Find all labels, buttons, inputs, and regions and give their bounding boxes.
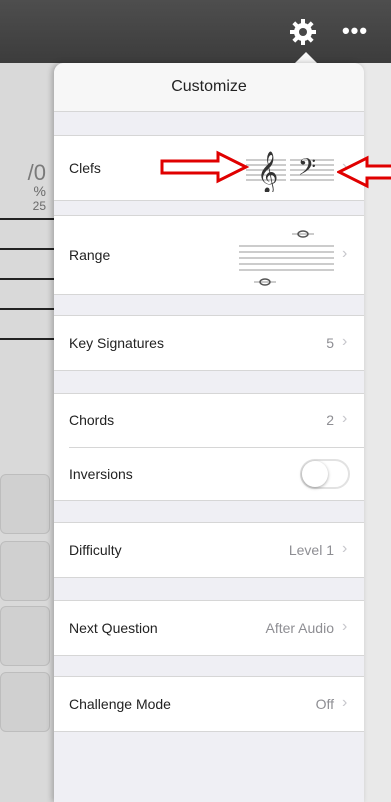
row-chords[interactable]: Chords 2 › [54,394,364,447]
row-value-challenge-mode: Off [315,696,334,712]
row-range[interactable]: Range › [54,215,364,295]
row-label-inversions: Inversions [69,466,133,482]
chevron-right-icon: › [342,410,348,427]
annotation-arrow-right-icon [160,150,250,184]
chevron-right-icon: › [342,694,348,711]
chevron-right-icon: › [342,333,348,350]
chevron-right-icon: › [342,245,348,262]
row-label-range: Range [69,247,111,263]
settings-list[interactable]: ▲ Clefs 𝄞 [54,112,364,802]
row-value-difficulty: Level 1 [288,542,334,558]
chords-group: Chords 2 › Inversions [54,393,364,501]
row-value-next-question: After Audio [265,620,335,636]
gear-icon[interactable] [288,17,318,47]
row-label-challenge-mode: Challenge Mode [69,696,171,712]
svg-text:𝄢: 𝄢 [298,153,316,186]
time-readout: 25 [32,199,46,213]
chevron-right-icon: › [342,618,348,635]
percent-readout: % [33,183,46,199]
staff-line [0,278,54,280]
answer-button[interactable] [0,541,50,601]
more-icon[interactable]: ••• [340,19,370,43]
row-difficulty[interactable]: Difficulty Level 1 › [54,522,364,578]
staff-line [0,308,54,310]
svg-text:𝄞: 𝄞 [257,151,278,192]
row-key-signatures[interactable]: Key Signatures 5 › [54,315,364,371]
bass-clef-icon: 𝄢 [290,146,334,192]
row-label-next-question: Next Question [69,620,158,636]
row-inversions: Inversions [54,448,364,501]
row-value-chords: 2 [326,412,334,428]
row-label-difficulty: Difficulty [69,542,122,558]
answer-button[interactable] [0,606,50,666]
staff-line [0,218,54,220]
toggle-knob [302,461,328,487]
row-label-clefs: Clefs [69,160,101,176]
row-next-question[interactable]: Next Question After Audio › [54,600,364,656]
chevron-right-icon: › [342,540,348,557]
row-label-chords: Chords [69,412,115,428]
panel-title: Customize [54,63,364,112]
inversions-toggle[interactable] [300,459,350,489]
row-value-key-signatures: 5 [326,335,334,351]
row-label-key-signatures: Key Signatures [69,335,164,351]
range-staff-icon [239,226,334,288]
row-challenge-mode[interactable]: Challenge Mode Off › [54,676,364,732]
answer-button[interactable] [0,474,50,534]
background-page: /0 % 25 [0,63,60,802]
app-root: /0 % 25 ••• Customize Clefs 𝄞 𝄢 › Range … [0,0,391,802]
staff-line [0,338,54,340]
answer-button[interactable] [0,672,50,732]
staff-line [0,248,54,250]
top-bar: ••• [0,0,391,63]
annotation-arrow-left-icon [337,155,391,189]
treble-clef-icon: 𝄞 [246,146,286,194]
